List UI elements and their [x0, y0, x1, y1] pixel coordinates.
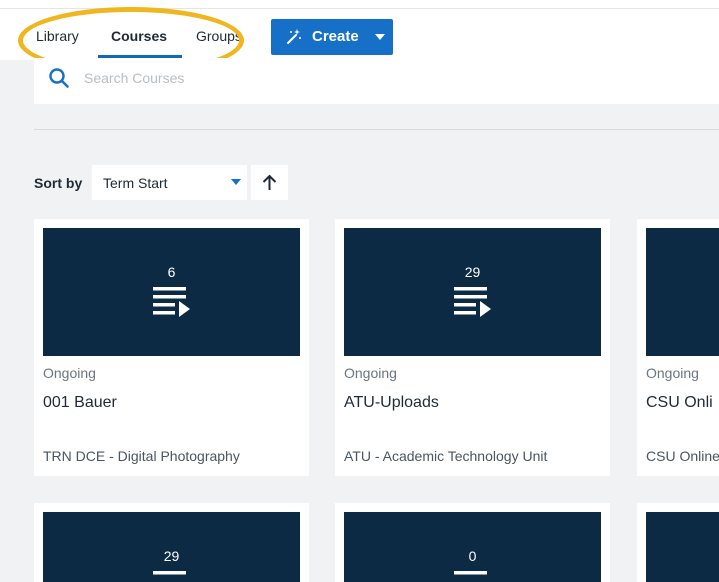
- course-thumbnail[interactable]: 0: [344, 512, 601, 582]
- course-status: Ongoing: [646, 365, 699, 381]
- playlist-icon: [153, 287, 190, 317]
- media-count: 29: [163, 548, 180, 564]
- search-icon[interactable]: [48, 67, 70, 89]
- course-card[interactable]: 29 Ongoing ATU-Uploads ATU - Academic Te…: [335, 219, 610, 476]
- media-count: 29: [464, 264, 481, 280]
- create-button[interactable]: Create: [271, 19, 393, 55]
- course-card[interactable]: Ongoing CSU Onli CSU Online: [637, 219, 719, 476]
- playlist-icon: [454, 571, 487, 575]
- sort-dropdown[interactable]: Term Start: [92, 165, 247, 200]
- course-thumbnail[interactable]: [646, 512, 719, 582]
- search-bar: [34, 58, 719, 104]
- course-organization: TRN DCE - Digital Photography: [43, 448, 240, 464]
- course-title[interactable]: 001 Bauer: [43, 394, 117, 412]
- course-organization: ATU - Academic Technology Unit: [344, 448, 548, 464]
- sort-label: Sort by: [34, 175, 83, 191]
- course-title[interactable]: ATU-Uploads: [344, 394, 439, 412]
- course-status: Ongoing: [344, 365, 397, 381]
- chevron-down-icon: [231, 179, 241, 185]
- media-count: 6: [167, 264, 176, 280]
- section-divider: [34, 129, 719, 130]
- playlist-icon: [153, 571, 186, 575]
- course-thumbnail[interactable]: 29: [43, 512, 300, 582]
- sort-direction-button[interactable]: [251, 165, 288, 200]
- course-card[interactable]: 0: [335, 503, 610, 582]
- course-card[interactable]: 6 Ongoing 001 Bauer TRN DCE - Digital Ph…: [34, 219, 309, 476]
- chevron-down-icon[interactable]: [375, 34, 385, 40]
- playlist-icon: [454, 287, 491, 317]
- sort-selected-value: Term Start: [103, 175, 168, 191]
- course-status: Ongoing: [43, 365, 96, 381]
- course-organization: CSU Online: [646, 448, 719, 464]
- search-input[interactable]: [84, 68, 384, 88]
- course-thumbnail[interactable]: 29: [344, 228, 601, 356]
- arrow-up-icon: [262, 174, 277, 190]
- create-button-label: Create: [312, 28, 359, 45]
- course-thumbnail[interactable]: 6: [43, 228, 300, 356]
- course-title[interactable]: CSU Onli: [646, 394, 713, 412]
- course-thumbnail[interactable]: [646, 228, 719, 356]
- magic-wand-icon: [287, 29, 301, 44]
- course-card[interactable]: 29: [34, 503, 309, 582]
- media-count: 0: [468, 548, 477, 564]
- course-card[interactable]: [637, 503, 719, 582]
